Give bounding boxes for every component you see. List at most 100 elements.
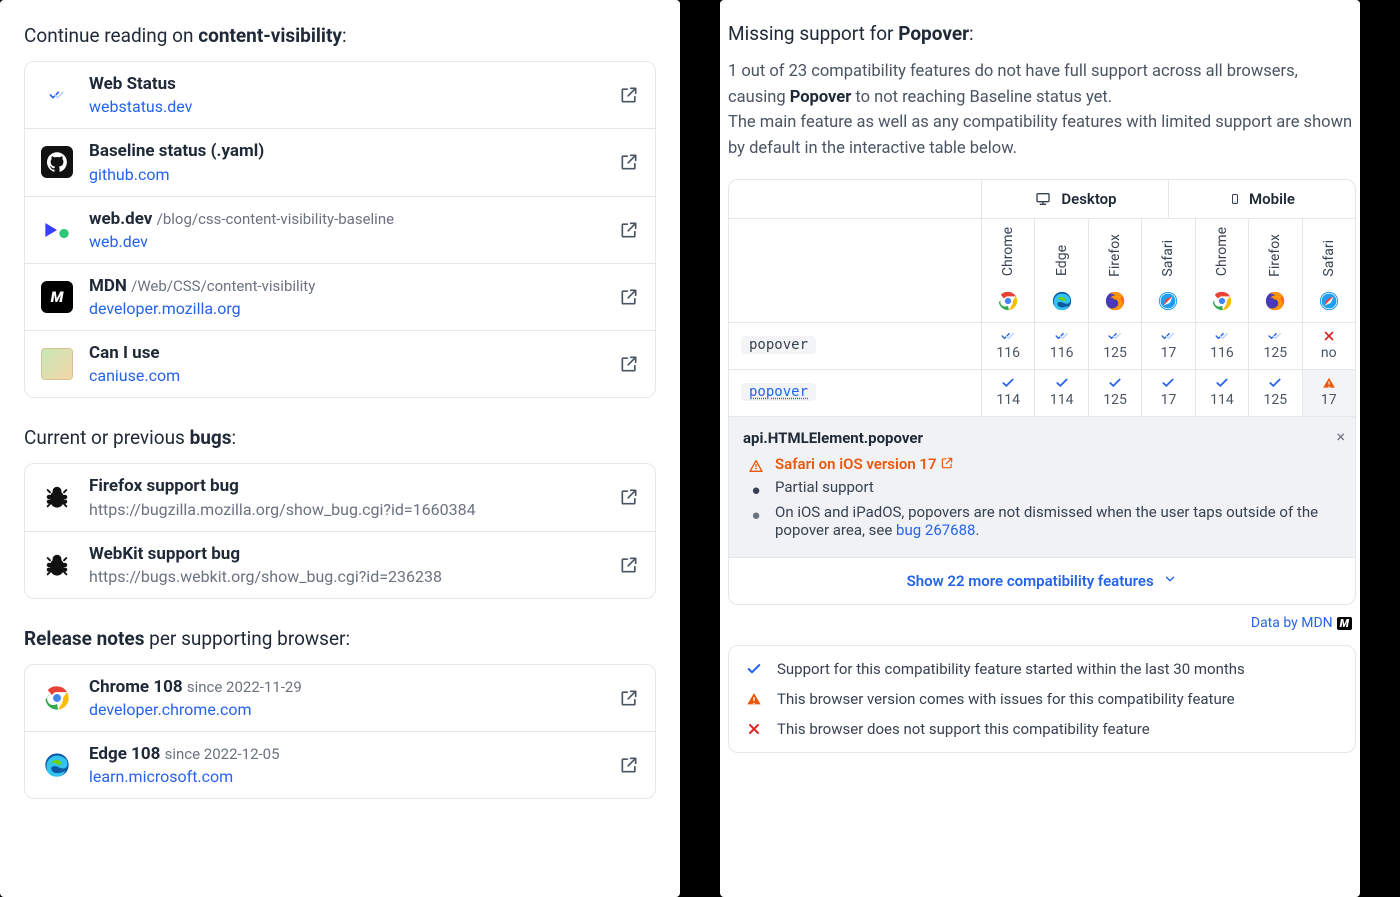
chrome-icon bbox=[1211, 290, 1233, 312]
status-icon bbox=[1213, 376, 1231, 390]
compat-cell[interactable]: 17 bbox=[1302, 370, 1355, 416]
item-title: Web Status bbox=[89, 74, 603, 95]
external-link-icon[interactable] bbox=[619, 287, 639, 307]
bug-link[interactable]: bug 267688 bbox=[896, 521, 975, 539]
compat-cell[interactable]: 17 bbox=[1141, 323, 1194, 369]
item-title: web.dev /blog/css-content-visibility-bas… bbox=[89, 209, 603, 230]
feature-pill: popover bbox=[741, 336, 816, 354]
item-subtitle: https://bugs.webkit.org/show_bug.cgi?id=… bbox=[89, 567, 603, 586]
status-icon bbox=[1266, 329, 1284, 343]
list-item[interactable]: Edge 108 since 2022-12-05 learn.microsof… bbox=[25, 731, 655, 798]
version-label: 17 bbox=[1161, 345, 1177, 361]
browser-header: Chrome Edge Firefox Safari Chrome Firefo… bbox=[729, 218, 1355, 322]
browser-col-safari: Safari bbox=[1302, 219, 1355, 322]
feature-pill[interactable]: popover bbox=[741, 383, 816, 401]
item-subtitle: caniuse.com bbox=[89, 366, 603, 385]
list-item[interactable]: Can I use caniuse.com bbox=[25, 330, 655, 397]
caniuse-icon bbox=[41, 348, 73, 380]
browser-col-firefox: Firefox bbox=[1088, 219, 1141, 322]
github-icon bbox=[41, 146, 73, 178]
item-subtitle: web.dev bbox=[89, 232, 603, 251]
list-item[interactable]: WebKit support bug https://bugs.webkit.o… bbox=[25, 531, 655, 598]
compat-cell[interactable]: 17 bbox=[1141, 370, 1194, 416]
browser-col-chrome: Chrome bbox=[981, 219, 1034, 322]
compat-table: Desktop Mobile Chrome Edge Firefox Safar… bbox=[728, 179, 1356, 605]
browser-label: Firefox bbox=[1107, 234, 1123, 281]
item-title: Edge 108 since 2022-12-05 bbox=[89, 744, 603, 765]
item-subtitle: developer.chrome.com bbox=[89, 700, 603, 719]
summary-text: 1 out of 23 compatibility features do no… bbox=[728, 59, 1356, 161]
compat-cell[interactable]: 125 bbox=[1088, 323, 1141, 369]
detail-safari-line[interactable]: Safari on iOS version 17 bbox=[775, 455, 954, 473]
external-link-icon[interactable] bbox=[619, 85, 639, 105]
releases-heading: Release notes per supporting browser: bbox=[24, 627, 656, 650]
item-subtitle: webstatus.dev bbox=[89, 97, 603, 116]
browser-label: Chrome bbox=[1000, 227, 1016, 280]
version-label: 114 bbox=[1050, 392, 1074, 408]
status-icon bbox=[1053, 376, 1071, 390]
status-icon bbox=[1106, 376, 1124, 390]
external-link-icon[interactable] bbox=[619, 555, 639, 575]
compat-cell[interactable]: 116 bbox=[981, 323, 1034, 369]
status-icon bbox=[1213, 329, 1231, 343]
item-subtitle: learn.microsoft.com bbox=[89, 767, 603, 786]
edge-icon bbox=[41, 749, 73, 781]
external-link-icon[interactable] bbox=[619, 487, 639, 507]
webstatus-icon bbox=[41, 79, 73, 111]
item-title: WebKit support bug bbox=[89, 544, 603, 565]
version-label: 114 bbox=[996, 392, 1020, 408]
compat-cell[interactable]: 114 bbox=[1195, 370, 1248, 416]
data-attribution[interactable]: Data by MDNM bbox=[732, 615, 1352, 631]
item-subtitle: developer.mozilla.org bbox=[89, 299, 603, 318]
item-title: Can I use bbox=[89, 343, 603, 364]
detail-panel: api.HTMLElement.popover × Safari on iOS … bbox=[729, 416, 1355, 557]
bullet-icon: ● bbox=[747, 506, 765, 524]
external-link-icon[interactable] bbox=[619, 755, 639, 775]
legend-text: Support for this compatibility feature s… bbox=[777, 660, 1245, 678]
compat-cell[interactable]: 114 bbox=[981, 370, 1034, 416]
browser-label: Chrome bbox=[1214, 227, 1230, 280]
list-item[interactable]: Firefox support bug https://bugzilla.moz… bbox=[25, 464, 655, 530]
status-icon bbox=[1106, 329, 1124, 343]
list-item[interactable]: Baseline status (.yaml) github.com bbox=[25, 128, 655, 195]
firefox-icon bbox=[1264, 290, 1286, 312]
list-item[interactable]: Chrome 108 since 2022-11-29 developer.ch… bbox=[25, 665, 655, 731]
webdev-icon bbox=[41, 214, 73, 246]
bug-icon bbox=[41, 549, 73, 581]
continue-heading: Continue reading on content-visibility: bbox=[24, 24, 656, 47]
legend: Support for this compatibility feature s… bbox=[728, 645, 1356, 753]
external-link-icon[interactable] bbox=[619, 688, 639, 708]
show-more-button[interactable]: Show 22 more compatibility features bbox=[729, 557, 1355, 604]
compat-cell[interactable]: 116 bbox=[1195, 323, 1248, 369]
browser-label: Safari bbox=[1160, 240, 1176, 281]
compat-cell[interactable]: 125 bbox=[1248, 370, 1301, 416]
list-item[interactable]: web.dev /blog/css-content-visibility-bas… bbox=[25, 196, 655, 263]
browser-col-safari: Safari bbox=[1141, 219, 1194, 322]
warn-icon bbox=[747, 458, 765, 474]
compat-cell[interactable]: 114 bbox=[1034, 370, 1087, 416]
firefox-icon bbox=[1104, 290, 1126, 312]
version-label: 125 bbox=[1103, 392, 1127, 408]
list-item[interactable]: M MDN /Web/CSS/content-visibility develo… bbox=[25, 263, 655, 330]
external-link-icon[interactable] bbox=[619, 152, 639, 172]
item-title: MDN /Web/CSS/content-visibility bbox=[89, 276, 603, 297]
legend-text: This browser version comes with issues f… bbox=[777, 690, 1235, 708]
version-label: 114 bbox=[1210, 392, 1234, 408]
legend-icon bbox=[745, 691, 763, 707]
status-icon bbox=[1159, 376, 1177, 390]
compat-cell[interactable]: 125 bbox=[1088, 370, 1141, 416]
compat-cell[interactable]: 116 bbox=[1034, 323, 1087, 369]
status-icon bbox=[1053, 329, 1071, 343]
compat-cell[interactable]: no bbox=[1302, 323, 1355, 369]
external-link-icon[interactable] bbox=[619, 220, 639, 240]
bug-icon bbox=[41, 481, 73, 513]
external-link-icon[interactable] bbox=[619, 354, 639, 374]
detail-close[interactable]: × bbox=[1336, 427, 1345, 446]
table-row: popover 116 116 125 17 116 125 no bbox=[729, 322, 1355, 369]
compat-cell[interactable]: 125 bbox=[1248, 323, 1301, 369]
browser-label: Firefox bbox=[1267, 234, 1283, 281]
list-item[interactable]: Web Status webstatus.dev bbox=[25, 62, 655, 128]
releases-list: Chrome 108 since 2022-11-29 developer.ch… bbox=[24, 664, 656, 800]
browser-label: Safari bbox=[1321, 240, 1337, 281]
browser-label: Edge bbox=[1054, 245, 1070, 280]
